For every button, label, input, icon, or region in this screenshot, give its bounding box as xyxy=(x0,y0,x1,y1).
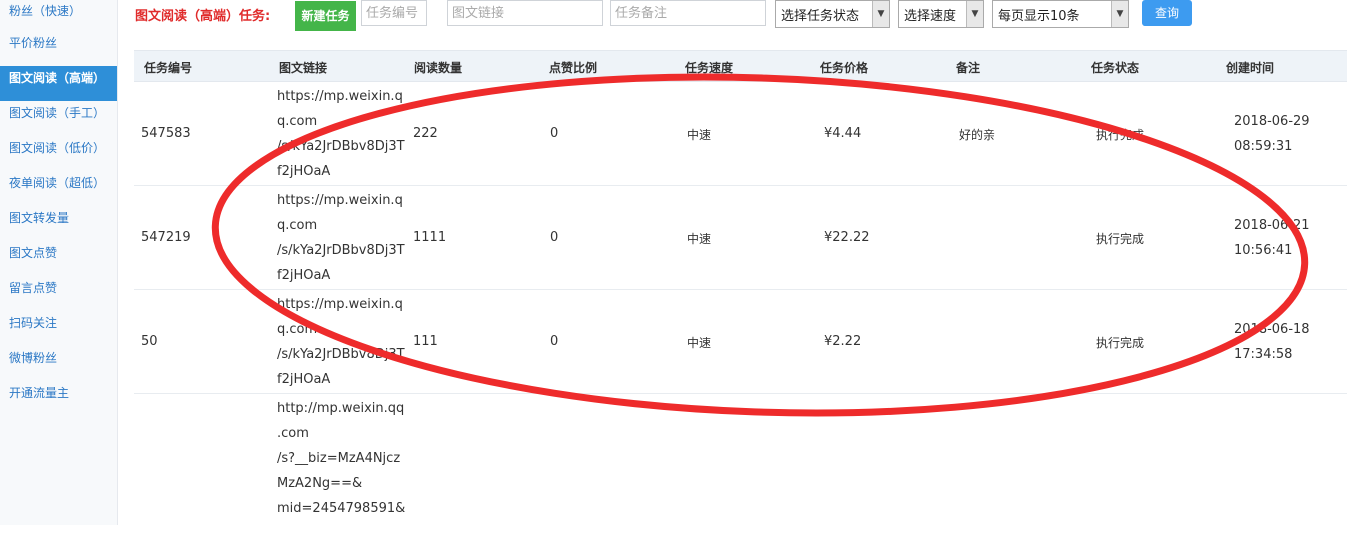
sidebar-item-night-read[interactable]: 夜单阅读（超低） xyxy=(0,171,117,206)
cell-task-speed: 中速 xyxy=(687,128,712,142)
sidebar-item-fans-budget[interactable]: 平价粉丝 xyxy=(0,31,117,66)
speed-select[interactable]: 选择速度 ▼ xyxy=(898,0,984,28)
created-time: 08:59:31 xyxy=(1234,139,1293,154)
header-like-ratio: 点赞比例 xyxy=(549,61,598,75)
created-date: 2018-06-18 xyxy=(1234,322,1310,337)
sidebar-item-article-read-premium[interactable]: 图文阅读（高端） xyxy=(0,66,117,101)
table-header: 任务编号 图文链接 阅读数量 点赞比例 任务速度 任务价格 备注 任务状态 创建… xyxy=(134,50,1347,82)
cell-article-link[interactable]: https://mp.weixin.q q.com /s/kYa2JrDBbv8… xyxy=(277,188,405,288)
header-created-time: 创建时间 xyxy=(1226,61,1275,75)
cell-task-status: 执行完成 xyxy=(1096,336,1145,350)
link-line: https://mp.weixin.q xyxy=(277,297,403,312)
created-date: 2018-06-29 xyxy=(1234,114,1310,129)
page-size-select[interactable]: 每页显示10条 ▼ xyxy=(992,0,1129,28)
cell-task-id: 547583 xyxy=(141,126,191,141)
cell-like-ratio: 0 xyxy=(550,334,559,349)
link-line: /s/kYa2JrDBbv8Dj3T xyxy=(277,243,405,258)
cell-read-count: 111 xyxy=(413,334,438,349)
page-title: 图文阅读（高端）任务: xyxy=(135,9,271,24)
cell-task-price: ¥2.22 xyxy=(824,334,862,349)
sidebar: 粉丝（快速） 平价粉丝 图文阅读（高端） 图文阅读（手工） 图文阅读（低价） 夜… xyxy=(0,0,118,525)
task-remark-input[interactable] xyxy=(610,0,766,26)
page-size-select-value: 每页显示10条 xyxy=(998,9,1080,24)
table-row[interactable]: 50 https://mp.weixin.q q.com /s/kYa2JrDB… xyxy=(134,290,1347,394)
chevron-down-icon: ▼ xyxy=(1111,1,1128,27)
cell-task-id: 547219 xyxy=(141,230,191,245)
link-line: q.com xyxy=(277,114,318,129)
cell-like-ratio: 0 xyxy=(550,126,559,141)
filter-toolbar: 图文阅读（高端）任务: 新建任务 选择任务状态 ▼ 选择速度 ▼ 每页显示10条… xyxy=(134,0,1347,32)
new-task-button[interactable]: 新建任务 xyxy=(295,1,356,31)
link-line: .com xyxy=(277,426,309,441)
table-row[interactable]: 547219 https://mp.weixin.q q.com /s/kYa2… xyxy=(134,186,1347,290)
sidebar-item-fans-fast[interactable]: 粉丝（快速） xyxy=(0,0,117,31)
cell-read-count: 222 xyxy=(413,126,438,141)
status-select[interactable]: 选择任务状态 ▼ xyxy=(775,0,890,28)
sidebar-item-article-read-low[interactable]: 图文阅读（低价） xyxy=(0,136,117,171)
task-id-input[interactable] xyxy=(361,0,427,26)
sidebar-item-article-like[interactable]: 图文点赞 xyxy=(0,241,117,276)
chevron-down-icon: ▼ xyxy=(872,1,889,27)
table-row[interactable]: 547583 https://mp.weixin.q q.com /s/kYa2… xyxy=(134,82,1347,186)
cell-task-status: 执行完成 xyxy=(1096,232,1145,246)
cell-task-speed: 中速 xyxy=(687,232,712,246)
created-time: 10:56:41 xyxy=(1234,243,1293,258)
cell-article-link[interactable]: http://mp.weixin.qq .com /s?__biz=MzA4Nj… xyxy=(277,396,405,521)
link-line: f2jHOaA xyxy=(277,268,331,283)
link-line: q.com xyxy=(277,218,318,233)
sidebar-item-scan-follow[interactable]: 扫码关注 xyxy=(0,311,117,346)
link-line: /s/kYa2JrDBbv8Dj3T xyxy=(277,347,405,362)
header-article-link: 图文链接 xyxy=(279,61,328,75)
article-link-input[interactable] xyxy=(447,0,603,26)
link-line: f2jHOaA xyxy=(277,372,331,387)
cell-task-status: 执行完成 xyxy=(1096,128,1145,142)
header-task-status: 任务状态 xyxy=(1091,61,1140,75)
chevron-down-icon: ▼ xyxy=(966,1,983,27)
query-button[interactable]: 查询 xyxy=(1142,0,1192,26)
link-line: https://mp.weixin.q xyxy=(277,193,403,208)
header-remark: 备注 xyxy=(956,61,981,75)
cell-article-link[interactable]: https://mp.weixin.q q.com /s/kYa2JrDBbv8… xyxy=(277,84,405,184)
created-date: 2018-06-21 xyxy=(1234,218,1310,233)
cell-task-speed: 中速 xyxy=(687,336,712,350)
sidebar-item-article-read-manual[interactable]: 图文阅读（手工） xyxy=(0,101,117,136)
cell-task-price: ¥22.22 xyxy=(824,230,870,245)
cell-task-price: ¥4.44 xyxy=(824,126,862,141)
sidebar-item-weibo-fans[interactable]: 微博粉丝 xyxy=(0,346,117,381)
header-task-speed: 任务速度 xyxy=(685,61,734,75)
status-select-value: 选择任务状态 xyxy=(781,9,860,24)
link-line: /s/kYa2JrDBbv8Dj3T xyxy=(277,139,405,154)
cell-remark: 好的亲 xyxy=(959,128,996,142)
header-task-id: 任务编号 xyxy=(144,61,193,75)
sidebar-item-article-forward[interactable]: 图文转发量 xyxy=(0,206,117,241)
link-line: MzA2Ng==& xyxy=(277,476,363,491)
link-line: q.com xyxy=(277,322,318,337)
link-line: mid=2454798591& xyxy=(277,501,406,516)
link-line: https://mp.weixin.q xyxy=(277,89,403,104)
cell-created-time: 2018-06-29 08:59:31 xyxy=(1234,109,1310,159)
cell-task-id: 50 xyxy=(141,334,158,349)
speed-select-value: 选择速度 xyxy=(904,9,957,24)
table-row[interactable]: http://mp.weixin.qq .com /s?__biz=MzA4Nj… xyxy=(134,394,1347,534)
link-line: f2jHOaA xyxy=(277,164,331,179)
cell-article-link[interactable]: https://mp.weixin.q q.com /s/kYa2JrDBbv8… xyxy=(277,292,405,392)
created-time: 17:34:58 xyxy=(1234,347,1293,362)
cell-read-count: 1111 xyxy=(413,230,447,245)
header-read-count: 阅读数量 xyxy=(414,61,463,75)
sidebar-item-open-traffic[interactable]: 开通流量主 xyxy=(0,381,117,416)
sidebar-item-comment-like[interactable]: 留言点赞 xyxy=(0,276,117,311)
header-task-price: 任务价格 xyxy=(820,61,869,75)
cell-created-time: 2018-06-21 10:56:41 xyxy=(1234,213,1310,263)
cell-like-ratio: 0 xyxy=(550,230,559,245)
link-line: /s?__biz=MzA4Njcz xyxy=(277,451,401,466)
link-line: http://mp.weixin.qq xyxy=(277,401,405,416)
cell-created-time: 2018-06-18 17:34:58 xyxy=(1234,317,1310,367)
task-table: 任务编号 图文链接 阅读数量 点赞比例 任务速度 任务价格 备注 任务状态 创建… xyxy=(134,50,1347,534)
